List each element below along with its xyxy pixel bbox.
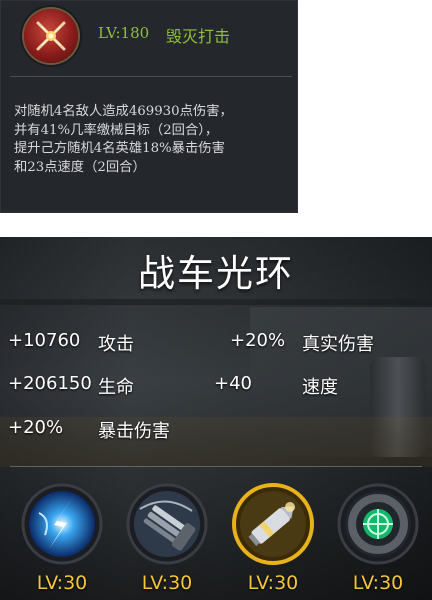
crosshair-tire-icon[interactable] — [337, 483, 419, 565]
panel-divider — [10, 466, 422, 467]
gatling-gun-icon[interactable] — [126, 483, 208, 565]
crit-label: 暴击伤害 — [98, 421, 170, 442]
description-line: 提升己方随机4名英雄18%暴击伤害 — [14, 141, 225, 156]
true-damage-label: 真实伤害 — [302, 334, 374, 355]
background-beam — [0, 299, 432, 305]
hp-value: +206150 — [8, 373, 92, 394]
skill-name: 毁灭打击 — [166, 27, 231, 46]
chariot-aura-panel: 战车光环 +10760 攻击 +20% 真实伤害 +206150 生命 +40 … — [0, 237, 432, 600]
attack-label: 攻击 — [98, 334, 134, 355]
skill-tooltip: LV:180 毁灭打击 对随机4名敌人造成469930点伤害， 并有41%几率缴… — [0, 0, 298, 213]
crossed-weapons-icon[interactable] — [24, 9, 78, 63]
crit-value: +20% — [8, 417, 64, 438]
skill-level-label: LV:30 — [247, 572, 299, 594]
skill-level-label: LV:30 — [36, 572, 88, 594]
cannon-shell-icon[interactable] — [232, 483, 314, 565]
lightning-strike-icon[interactable] — [21, 483, 103, 565]
true-damage-value: +20% — [230, 330, 286, 351]
attack-value: +10760 — [8, 330, 81, 351]
hp-label: 生命 — [98, 377, 134, 398]
aura-title: 战车光环 — [138, 252, 294, 295]
tooltip-divider — [10, 76, 292, 77]
description-line: 和23点速度（2回合） — [14, 159, 146, 175]
skill-description: 对随机4名敌人造成469930点伤害， 并有41%几率缴械目标（2回合）， 提升… — [14, 103, 294, 177]
description-line: 并有41%几率缴械目标（2回合）， — [14, 122, 219, 138]
speed-value: +40 — [214, 373, 252, 394]
speed-label: 速度 — [302, 377, 338, 398]
skill-level-label: LV:30 — [352, 572, 404, 594]
description-line: 对随机4名敌人造成469930点伤害， — [14, 104, 233, 119]
skill-level-label: LV:30 — [141, 572, 193, 594]
skill-level: LV:180 — [98, 24, 150, 42]
background-floor — [0, 417, 432, 467]
